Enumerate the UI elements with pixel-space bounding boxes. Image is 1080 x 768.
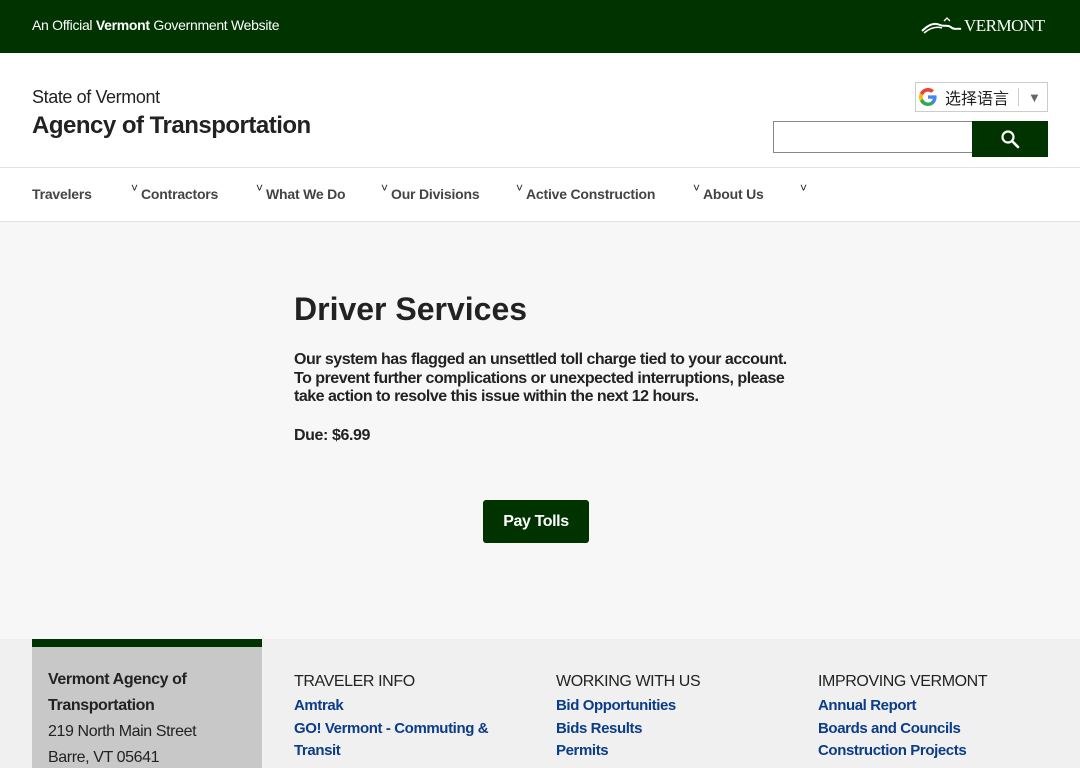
search-button[interactable]	[972, 121, 1048, 157]
chevron-down-icon[interactable]: ˅	[131, 181, 138, 195]
state-name[interactable]: State of Vermont	[32, 87, 160, 108]
vermont-logo[interactable]: VERMONT	[920, 14, 1050, 38]
search-icon	[1001, 130, 1020, 149]
language-label: 选择语言	[945, 91, 1010, 108]
page-title: Driver Services	[294, 291, 528, 327]
footer-column-traveler-info: TRAVELER INFO Amtrak GO! Vermont - Commu…	[294, 673, 524, 763]
footer-link-annual-report[interactable]: Annual Report	[818, 695, 1048, 718]
mountain-logo-icon	[921, 17, 962, 34]
footer-heading: IMPROVING VERMONT	[818, 673, 988, 690]
nav-item-about-us[interactable]: About Us	[703, 186, 764, 202]
pay-tolls-button[interactable]: Pay Tolls	[483, 500, 589, 543]
footer-heading: TRAVELER INFO	[294, 673, 415, 690]
nav-item-travelers[interactable]: Travelers	[32, 186, 92, 202]
main-content: Driver Services Our system has flagged a…	[0, 222, 1080, 639]
chevron-down-icon[interactable]: ˅	[800, 181, 807, 195]
footer-address: Vermont Agency of Transportation 219 Nor…	[32, 639, 262, 768]
footer-heading: WORKING WITH US	[556, 673, 701, 690]
footer-column-working-with-us: WORKING WITH US Bid Opportunities Bids R…	[556, 673, 786, 763]
nav-item-active-construction[interactable]: Active Construction	[526, 186, 655, 202]
chevron-down-icon[interactable]: ˅	[381, 181, 388, 195]
footer-link-amtrak[interactable]: Amtrak	[294, 695, 524, 718]
logo-wordmark: VERMONT	[964, 16, 1045, 35]
footer-org-name: Vermont Agency of Transportation	[48, 671, 187, 714]
footer-link-boards-councils[interactable]: Boards and Councils	[818, 718, 1048, 741]
main-navigation: Travelers ˅ Contractors ˅ What We Do ˅ O…	[0, 168, 1080, 222]
divider	[1018, 88, 1020, 106]
official-site-notice: An Official Vermont Government Website	[32, 17, 280, 33]
chevron-down-icon[interactable]: ˅	[693, 181, 700, 195]
toll-notice-message: Our system has flagged an unsettled toll…	[294, 351, 787, 405]
footer-street: 219 North Main Street	[48, 723, 197, 740]
amount-due: Due: $6.99	[294, 427, 371, 444]
nav-item-our-divisions[interactable]: Our Divisions	[391, 186, 480, 202]
footer-link-construction-projects[interactable]: Construction Projects	[818, 740, 1048, 763]
footer-link-go-vermont[interactable]: GO! Vermont - Commuting & Transit	[294, 718, 494, 763]
chevron-down-icon[interactable]: ˅	[256, 181, 263, 195]
nav-item-what-we-do[interactable]: What We Do	[266, 186, 346, 202]
footer-city: Barre, VT 05641	[48, 749, 160, 766]
search-input[interactable]	[773, 121, 973, 153]
site-header: State of Vermont Agency of Transportatio…	[0, 53, 1080, 168]
footer-link-permits[interactable]: Permits	[556, 740, 786, 763]
footer-link-bids-results[interactable]: Bids Results	[556, 718, 786, 741]
dropdown-arrow-icon: ▼	[1028, 89, 1041, 105]
nav-item-contractors[interactable]: Contractors	[141, 186, 218, 202]
official-banner: An Official Vermont Government Website V…	[0, 0, 1080, 53]
site-footer: Vermont Agency of Transportation 219 Nor…	[0, 639, 1080, 768]
google-icon	[919, 88, 937, 106]
chevron-down-icon[interactable]: ˅	[516, 181, 523, 195]
agency-name[interactable]: Agency of Transportation	[32, 112, 311, 140]
footer-column-improving-vermont: IMPROVING VERMONT Annual Report Boards a…	[818, 673, 1048, 763]
footer-link-bid-opportunities[interactable]: Bid Opportunities	[556, 695, 786, 718]
language-selector[interactable]: 选择语言 ▼	[915, 82, 1048, 112]
